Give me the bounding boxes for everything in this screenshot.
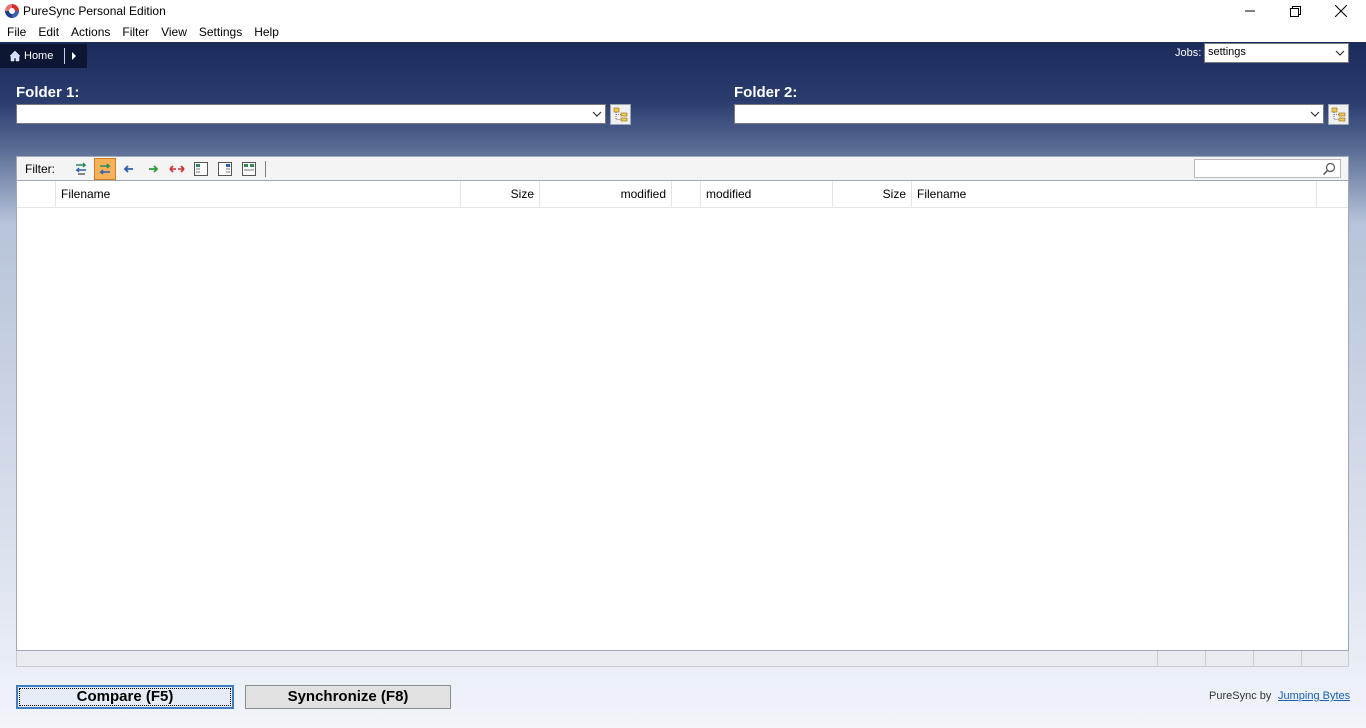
breadcrumb-separator [64,48,66,64]
home-icon[interactable] [9,50,21,62]
filter-show-differences-button[interactable] [94,158,116,180]
breadcrumb: Home [0,44,87,68]
chevron-down-icon [1310,111,1320,117]
restore-button[interactable] [1272,0,1318,22]
toolbar-separator [265,161,266,177]
chevron-down-icon [592,111,602,117]
folder2-label: Folder 2: [734,84,798,101]
folder-tree-icon [1331,107,1345,121]
menu-edit[interactable]: Edit [32,22,65,42]
synchronize-button-label: Synchronize (F8) [287,688,409,705]
status-cell [1157,651,1158,666]
folder1-browse-button[interactable] [610,104,631,125]
arrow-left-icon [123,165,133,173]
filter-conflicts-button[interactable] [166,158,188,180]
filter-show-all-button[interactable] [70,158,92,180]
menu-help[interactable]: Help [248,22,285,42]
filter-toolbar: Filter: [16,156,1349,180]
column-action[interactable] [672,181,701,208]
column-modified-right[interactable]: modified [701,181,833,208]
status-cell [1301,651,1302,666]
column-status[interactable] [17,181,56,208]
right-only-icon [218,162,232,176]
compare-button[interactable]: Compare (F5) [16,685,234,709]
folder-tree-icon [613,107,627,121]
jobs-selected-value: settings [1208,46,1246,58]
chevron-down-icon [1335,50,1345,56]
conflict-arrows-icon [169,165,185,173]
status-cell [1205,651,1206,666]
column-filename-right[interactable]: Filename [912,181,1317,208]
footer-by-text: PureSync by [1209,690,1272,702]
menu-view[interactable]: View [155,22,193,42]
menu-bar: File Edit Actions Filter View Settings H… [0,22,1366,42]
menu-file[interactable]: File [1,22,32,42]
menu-settings[interactable]: Settings [193,22,248,42]
search-icon[interactable] [1322,162,1336,176]
close-icon [1335,5,1347,17]
focus-rectangle [19,688,231,706]
menu-filter[interactable]: Filter [116,22,155,42]
show-all-icon [75,162,87,175]
grid-header: Filename Size modified modified Size Fil… [17,181,1348,208]
filter-copy-left-button[interactable] [118,158,140,180]
filter-left-only-button[interactable] [190,158,212,180]
breadcrumb-home[interactable]: Home [24,50,53,62]
file-comparison-grid[interactable]: Filename Size modified modified Size Fil… [16,180,1349,651]
title-bar: PureSync Personal Edition [0,0,1366,22]
column-modified-left[interactable]: modified [540,181,672,208]
close-button[interactable] [1318,0,1364,22]
status-cell [1253,651,1254,666]
column-size-right[interactable]: Size [833,181,912,208]
column-filename-left[interactable]: Filename [56,181,461,208]
restore-icon [1289,5,1301,17]
arrow-right-icon [149,165,159,173]
puresync-app-icon [4,3,20,19]
filter-copy-right-button[interactable] [142,158,164,180]
filter-label: Filter: [25,162,55,176]
folder1-select[interactable] [16,104,606,124]
window-title: PureSync Personal Edition [23,4,166,18]
folder1-label: Folder 1: [16,84,80,101]
filter-right-only-button[interactable] [214,158,236,180]
both-sides-icon [242,162,256,176]
sync-arrows-icon [99,163,111,175]
menu-actions[interactable]: Actions [65,22,116,42]
synchronize-button[interactable]: Synchronize (F8) [245,685,451,709]
minimize-button[interactable] [1227,0,1273,22]
folder2-select[interactable] [734,104,1324,124]
minimize-icon [1245,10,1255,12]
jumping-bytes-link[interactable]: Jumping Bytes [1278,690,1350,702]
column-size-left[interactable]: Size [461,181,540,208]
jobs-select[interactable]: settings [1204,43,1349,63]
status-bar [16,651,1349,667]
chevron-right-icon[interactable] [71,52,77,60]
folder2-browse-button[interactable] [1328,104,1349,125]
filter-search-input[interactable] [1194,159,1341,178]
filter-both-sides-button[interactable] [238,158,260,180]
jobs-label: Jobs: [1175,47,1202,59]
left-only-icon [194,162,208,176]
